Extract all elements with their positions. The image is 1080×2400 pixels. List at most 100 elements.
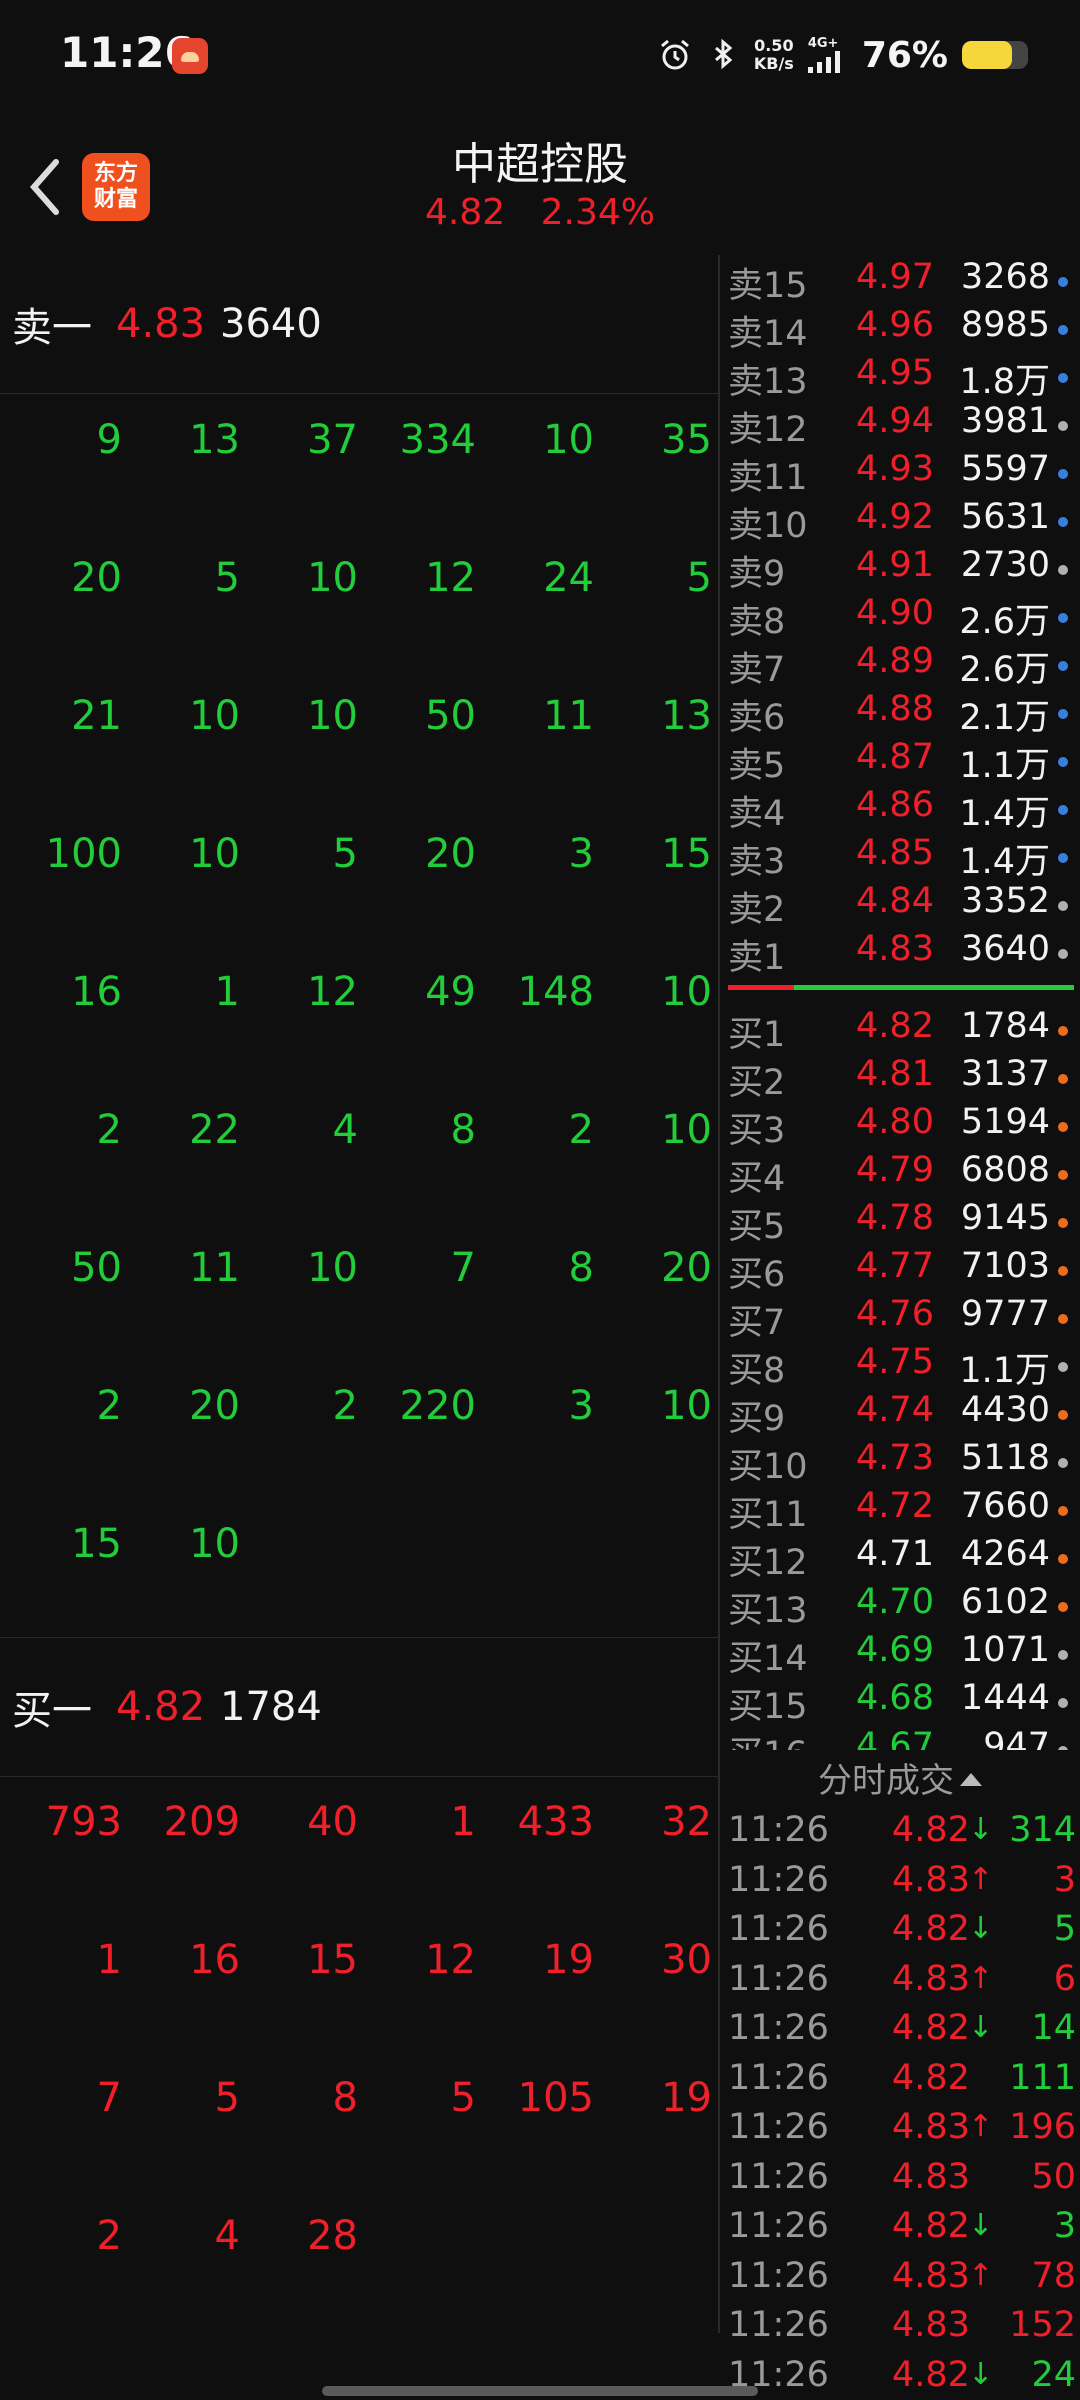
buy-queue-cell: 4 [214,2213,240,2259]
trade-volume: 196 [1009,2107,1076,2147]
sell-queue-cell: 9 [96,417,122,463]
ask-level-row[interactable]: 卖12 4.94 3981 [720,401,1080,450]
sell-queue-cell: 11 [189,1245,240,1291]
order-marker-icon [1058,1506,1068,1516]
bid-level-row[interactable]: 买16 4.67 947 [720,1726,1080,1750]
bid-level-volume: 1.1万 [959,1351,1050,1391]
ask-level-price: 4.89 [856,641,934,681]
sell-queue-cell: 4 [332,1107,358,1153]
ask-level-row[interactable]: 卖2 4.84 3352 [720,881,1080,930]
order-marker-icon [1058,949,1068,959]
buy-queue-cell: 8 [332,2075,358,2121]
trades-header[interactable]: 分时成交 [720,1753,1080,1805]
ask-level-row[interactable]: 卖15 4.97 3268 [720,257,1080,306]
sell-queue-cell: 10 [543,417,594,463]
collapse-arrow-icon[interactable] [960,1773,982,1786]
buy-queue-cell: 32 [661,1799,712,1845]
sell1-row[interactable]: 卖一 4.83 3640 [0,255,718,394]
sell-queue-cell: 16 [71,969,122,1015]
ask-level-volume: 1.4万 [959,842,1050,882]
arrow-down-icon: ↓ [968,1911,994,1946]
order-marker-icon [1058,757,1068,767]
bid-level-row[interactable]: 买2 4.81 3137 [720,1054,1080,1103]
bid-level-row[interactable]: 买8 4.75 1.1万 [720,1342,1080,1391]
ask-level-row[interactable]: 卖7 4.89 2.6万 [720,641,1080,690]
trade-time: 11:26 [728,1810,829,1850]
sell-queue-cell: 10 [307,693,358,739]
home-indicator[interactable] [322,2386,758,2396]
trade-price: 4.83 [892,1859,970,1900]
ask-level-row[interactable]: 卖4 4.86 1.4万 [720,785,1080,834]
trade-row: 11:26 4.82 ↓ 5 [720,1909,1080,1958]
sell-queue-cell: 50 [71,1245,122,1291]
ask-level-row[interactable]: 卖1 4.83 3640 [720,929,1080,978]
sell-queue-cell: 5 [214,555,240,601]
trade-time: 11:26 [728,2008,829,2048]
bid-level-row[interactable]: 买9 4.74 4430 [720,1390,1080,1439]
trade-time: 11:26 [728,2156,829,2197]
ask-level-row[interactable]: 卖8 4.90 2.6万 [720,593,1080,642]
sell-queue-cell: 2 [568,1107,594,1153]
bid-level-row[interactable]: 买10 4.73 5118 [720,1438,1080,1487]
trade-row: 11:26 4.82 111 [720,2058,1080,2107]
trade-volume: 6 [1053,1958,1076,1999]
bid-level-row[interactable]: 买5 4.78 9145 [720,1198,1080,1247]
ask-level-row[interactable]: 卖6 4.88 2.1万 [720,689,1080,738]
bid-level-label: 买6 [728,1255,786,1295]
bid-level-row[interactable]: 买1 4.82 1784 [720,1006,1080,1055]
ask-level-volume: 3981 [960,401,1050,441]
arrow-down-icon: ↓ [968,2010,994,2045]
trades-header-label: 分时成交 [818,1761,954,1801]
signal-icon [807,51,840,73]
bid-level-row[interactable]: 买13 4.70 6102 [720,1582,1080,1631]
bid-level-row[interactable]: 买11 4.72 7660 [720,1486,1080,1535]
buy1-row[interactable]: 买一 4.82 1784 [0,1637,718,1777]
trades-list[interactable]: 11:26 4.82 ↓ 314 11:26 4.83 ↑ 3 11:26 4.82 ↓ 5 11:26… [720,1810,1080,2400]
bid-level-row[interactable]: 买3 4.80 5194 [720,1102,1080,1151]
trade-price: 4.82 [892,2008,970,2048]
ask-level-volume: 2.1万 [959,698,1050,738]
ask-level-row[interactable]: 卖11 4.93 5597 [720,449,1080,498]
buy-queue-cell: 433 [517,1799,594,1845]
sell1-volume: 3640 [220,301,322,347]
bid-level-volume: 4264 [960,1534,1050,1574]
trade-row: 11:26 4.82 ↓ 24 [720,2355,1080,2400]
arrow-down-icon: ↓ [968,2356,994,2392]
ask-level-price: 4.94 [856,401,934,441]
order-marker-icon [1058,517,1068,527]
trade-time: 11:26 [728,2057,829,2098]
divider-red-segment [728,985,794,990]
bid-level-volume: 5194 [960,1102,1050,1142]
bid-level-price: 4.68 [856,1678,934,1718]
ask-level-volume: 2.6万 [959,602,1050,642]
bid-level-price: 4.72 [856,1486,934,1526]
ask-level-row[interactable]: 卖3 4.85 1.4万 [720,833,1080,882]
bid-level-row[interactable]: 买15 4.68 1444 [720,1678,1080,1727]
ask-level-row[interactable]: 卖10 4.92 5631 [720,497,1080,546]
order-marker-icon [1058,565,1068,575]
ask-level-row[interactable]: 卖9 4.91 2730 [720,545,1080,594]
buy1-price: 4.82 [116,1684,206,1730]
bid-level-row[interactable]: 买14 4.69 1071 [720,1630,1080,1679]
sell-queue-cell: 12 [307,969,358,1015]
sell-queue-cell: 2 [332,1383,358,1429]
sell-queue-cell: 10 [307,1245,358,1291]
ask-level-row[interactable]: 卖14 4.96 8985 [720,305,1080,354]
bid-level-row[interactable]: 买7 4.76 9777 [720,1294,1080,1343]
bid-level-row[interactable]: 买6 4.77 7103 [720,1246,1080,1295]
bid-level-row[interactable]: 买12 4.71 4264 [720,1534,1080,1583]
sell-queue-cell: 10 [189,1521,240,1567]
order-marker-icon [1058,853,1068,863]
ask-level-row[interactable]: 卖5 4.87 1.1万 [720,737,1080,786]
ask-level-price: 4.96 [856,305,934,345]
buy-queue-cell: 19 [543,1937,594,1983]
sell-queue-cell: 148 [517,969,594,1015]
buy-queue-cell: 793 [45,1799,122,1845]
trade-volume: 78 [1031,2255,1076,2296]
sell-queue-cell: 10 [189,693,240,739]
alarm-icon [660,39,689,70]
order-book[interactable]: 卖15 4.97 3268 卖14 4.96 8985 卖13 4.95 1.8万 卖12 4.94… [720,255,1080,1750]
ask-level-row[interactable]: 卖13 4.95 1.8万 [720,353,1080,402]
sell-queue-cell: 1 [214,969,240,1015]
bid-level-row[interactable]: 买4 4.79 6808 [720,1150,1080,1199]
